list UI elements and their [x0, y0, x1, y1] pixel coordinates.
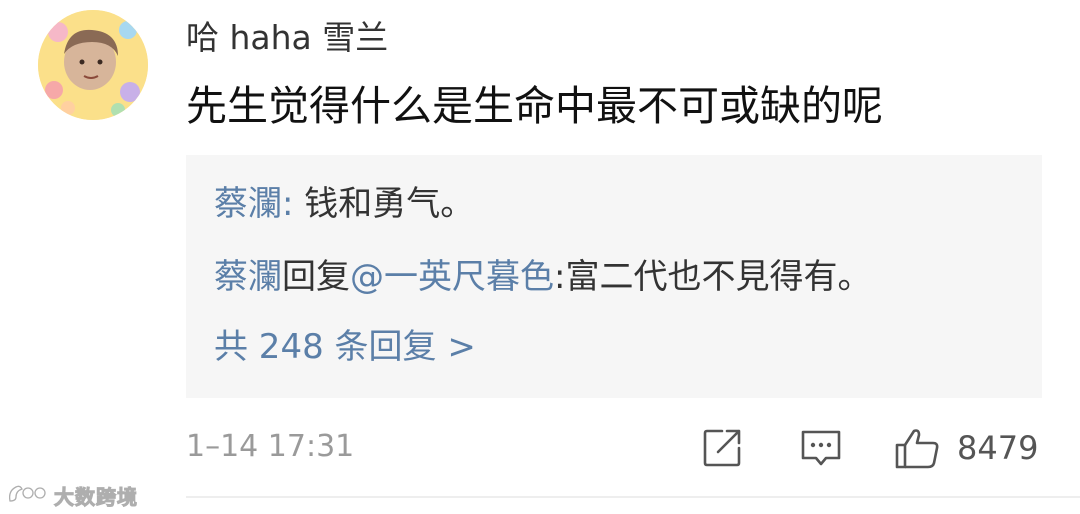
more-replies-link[interactable]: 共 248 条回复 >	[214, 326, 476, 368]
reply-action-label: 回复	[282, 257, 350, 297]
reply-mention-link[interactable]: @一英尺暮色	[350, 257, 554, 297]
reply-author-link[interactable]: 蔡瀾	[214, 184, 282, 224]
watermark-text: 大数跨境	[54, 484, 138, 509]
watermark-logo-icon	[6, 481, 50, 509]
comment-icon	[798, 426, 846, 470]
comment-text: 先生觉得什么是生命中最不可或缺的呢	[186, 82, 883, 130]
comment-card: 哈 haha 雪兰 先生觉得什么是生命中最不可或缺的呢 蔡瀾: 钱和勇气。 蔡瀾…	[0, 0, 1080, 514]
reply-author-link[interactable]: 蔡瀾	[214, 257, 282, 297]
timestamp: 1–14 17:31	[186, 429, 355, 464]
share-button[interactable]	[700, 426, 746, 470]
watermark: 大数跨境	[6, 480, 138, 510]
username[interactable]: 哈 haha 雪兰	[186, 18, 388, 58]
reply-box[interactable]: 蔡瀾: 钱和勇气。 蔡瀾回复@一英尺暮色:富二代也不見得有。 共 248 条回复…	[186, 155, 1042, 398]
share-icon	[700, 426, 746, 470]
reply-separator: :	[554, 257, 566, 297]
reply-separator: :	[282, 184, 305, 224]
reply-item[interactable]: 蔡瀾回复@一英尺暮色:富二代也不見得有。	[214, 256, 871, 298]
like-count: 8479	[957, 429, 1039, 467]
divider	[186, 496, 1080, 498]
reply-item[interactable]: 蔡瀾: 钱和勇气。	[214, 183, 474, 225]
avatar[interactable]	[38, 10, 148, 120]
comment-button[interactable]	[798, 426, 846, 470]
reply-text: 富二代也不見得有。	[565, 257, 872, 297]
reply-text: 钱和勇气。	[304, 184, 475, 224]
like-button[interactable]: 8479	[893, 426, 1053, 470]
